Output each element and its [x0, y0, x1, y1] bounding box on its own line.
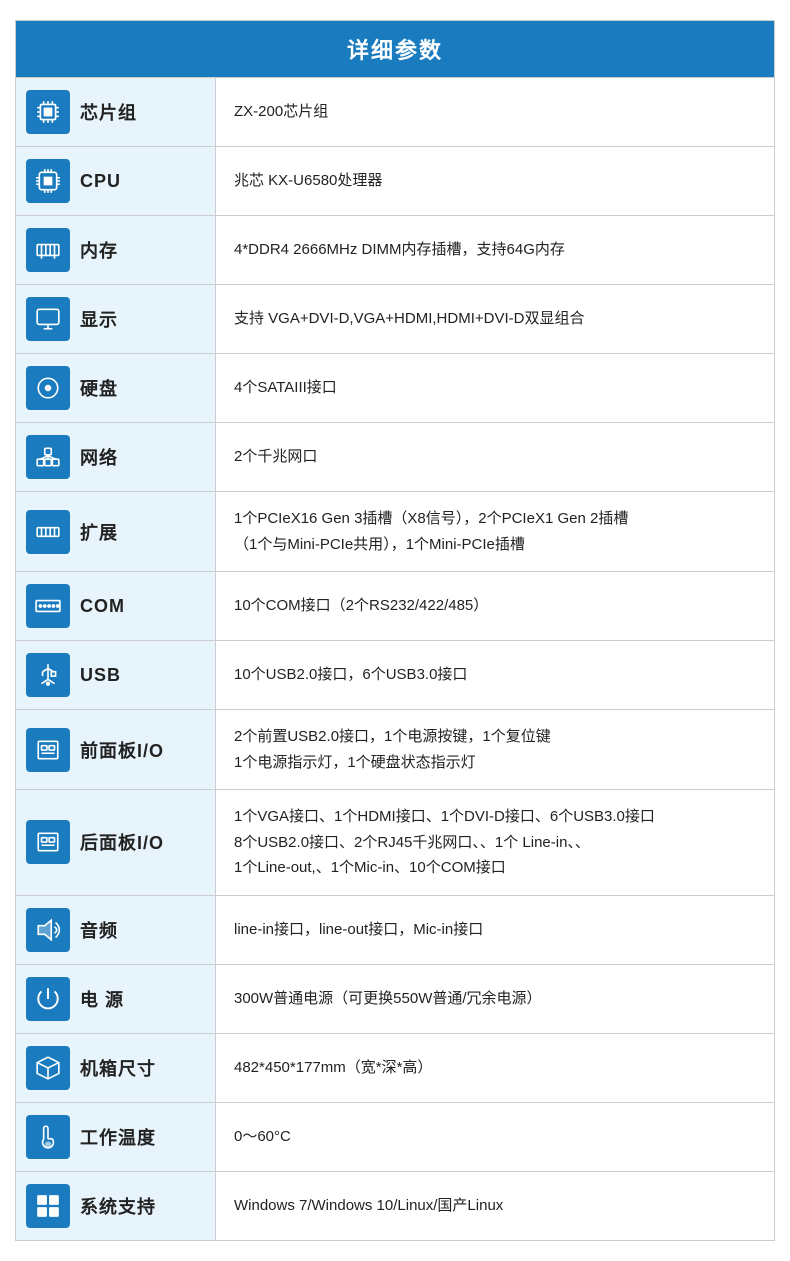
- value-rear-io: 1个VGA接口、1个HDMI接口、1个DVI-D接口、6个USB3.0接口8个U…: [216, 790, 774, 895]
- label-text-chipset: 芯片组: [80, 99, 137, 125]
- row-network: 网络 2个千兆网口: [16, 422, 774, 491]
- table-header: 详细参数: [16, 21, 774, 77]
- value-usb: 10个USB2.0接口，6个USB3.0接口: [216, 641, 774, 709]
- label-chipset: 芯片组: [16, 78, 216, 146]
- value-cpu: 兆芯 KX-U6580处理器: [216, 147, 774, 215]
- label-text-chassis: 机箱尺寸: [80, 1055, 156, 1081]
- value-line: 8个USB2.0接口、2个RJ45千兆网口、、1个 Line-in、、: [234, 830, 655, 856]
- row-expand: 扩展 1个PCIeX16 Gen 3插槽（X8信号），2个PCIeX1 Gen 2…: [16, 491, 774, 571]
- value-expand: 1个PCIeX16 Gen 3插槽（X8信号），2个PCIeX1 Gen 2插槽…: [216, 492, 774, 571]
- row-rear-io: 后面板I/O 1个VGA接口、1个HDMI接口、1个DVI-D接口、6个USB3.…: [16, 789, 774, 895]
- net-icon: [26, 435, 70, 479]
- chip-icon: [26, 90, 70, 134]
- label-os: 系统支持: [16, 1172, 216, 1240]
- row-harddisk: 硬盘 4个SATAIII接口: [16, 353, 774, 422]
- value-chassis: 482*450*177mm（宽*深*高）: [216, 1034, 774, 1102]
- temp-icon: [26, 1115, 70, 1159]
- chassis-icon: [26, 1046, 70, 1090]
- label-text-com: COM: [80, 596, 125, 617]
- label-audio: 音频: [16, 896, 216, 964]
- hdd-icon: [26, 366, 70, 410]
- label-power: 电 源: [16, 965, 216, 1033]
- value-chipset: ZX-200芯片组: [216, 78, 774, 146]
- panel-icon: [26, 728, 70, 772]
- value-memory: 4*DDR4 2666MHz DIMM内存插槽，支持64G内存: [216, 216, 774, 284]
- value-com: 10个COM接口（2个RS232/422/485）: [216, 572, 774, 640]
- value-display: 支持 VGA+DVI-D,VGA+HDMI,HDMI+DVI-D双显组合: [216, 285, 774, 353]
- label-text-memory: 内存: [80, 237, 118, 263]
- label-usb: USB: [16, 641, 216, 709]
- label-text-os: 系统支持: [80, 1193, 156, 1219]
- value-line: 1个电源指示灯，1个硬盘状态指示灯: [234, 750, 551, 776]
- value-line: 2个前置USB2.0接口，1个电源按键，1个复位键: [234, 724, 551, 750]
- value-line: 1个Line-out,、1个Mic-in、10个COM接口: [234, 855, 655, 881]
- row-os: 系统支持 Windows 7/Windows 10/Linux/国产Linux: [16, 1171, 774, 1240]
- row-cpu: CPU 兆芯 KX-U6580处理器: [16, 146, 774, 215]
- label-text-power: 电 源: [80, 986, 124, 1012]
- row-memory: 内存 4*DDR4 2666MHz DIMM内存插槽，支持64G内存: [16, 215, 774, 284]
- cpu-icon: [26, 159, 70, 203]
- row-chassis: 机箱尺寸 482*450*177mm（宽*深*高）: [16, 1033, 774, 1102]
- panel-icon: [26, 820, 70, 864]
- label-text-audio: 音频: [80, 917, 118, 943]
- label-text-expand: 扩展: [80, 519, 118, 545]
- label-text-front-io: 前面板I/O: [80, 737, 164, 763]
- header-title: 详细参数: [347, 38, 443, 63]
- spec-table: 详细参数 芯片组 ZX-200芯片组 CPU 兆芯 KX-U6580处理器: [15, 20, 775, 1241]
- row-usb: USB 10个USB2.0接口，6个USB3.0接口: [16, 640, 774, 709]
- value-line: 1个VGA接口、1个HDMI接口、1个DVI-D接口、6个USB3.0接口: [234, 804, 655, 830]
- label-text-harddisk: 硬盘: [80, 375, 118, 401]
- label-com: COM: [16, 572, 216, 640]
- row-audio: 音频 line-in接口，line-out接口，Mic-in接口: [16, 895, 774, 964]
- pcie-icon: [26, 510, 70, 554]
- usb-icon: [26, 653, 70, 697]
- value-line: （1个与Mini-PCIe共用），1个Mini-PCIe插槽: [234, 532, 628, 558]
- label-harddisk: 硬盘: [16, 354, 216, 422]
- audio-icon: [26, 908, 70, 952]
- label-text-cpu: CPU: [80, 171, 121, 192]
- value-os: Windows 7/Windows 10/Linux/国产Linux: [216, 1172, 774, 1240]
- row-power: 电 源 300W普通电源（可更换550W普通/冗余电源）: [16, 964, 774, 1033]
- label-network: 网络: [16, 423, 216, 491]
- power-icon: [26, 977, 70, 1021]
- value-audio: line-in接口，line-out接口，Mic-in接口: [216, 896, 774, 964]
- row-temp: 工作温度 0～60°C: [16, 1102, 774, 1171]
- label-front-io: 前面板I/O: [16, 710, 216, 789]
- display-icon: [26, 297, 70, 341]
- label-text-network: 网络: [80, 444, 118, 470]
- value-line: 1个PCIeX16 Gen 3插槽（X8信号），2个PCIeX1 Gen 2插槽: [234, 506, 628, 532]
- label-cpu: CPU: [16, 147, 216, 215]
- value-network: 2个千兆网口: [216, 423, 774, 491]
- value-harddisk: 4个SATAIII接口: [216, 354, 774, 422]
- label-display: 显示: [16, 285, 216, 353]
- label-expand: 扩展: [16, 492, 216, 571]
- label-memory: 内存: [16, 216, 216, 284]
- row-chipset: 芯片组 ZX-200芯片组: [16, 77, 774, 146]
- label-temp: 工作温度: [16, 1103, 216, 1171]
- label-text-rear-io: 后面板I/O: [80, 829, 164, 855]
- label-chassis: 机箱尺寸: [16, 1034, 216, 1102]
- ram-icon: [26, 228, 70, 272]
- label-text-usb: USB: [80, 665, 121, 686]
- label-rear-io: 后面板I/O: [16, 790, 216, 895]
- row-display: 显示 支持 VGA+DVI-D,VGA+HDMI,HDMI+DVI-D双显组合: [16, 284, 774, 353]
- row-front-io: 前面板I/O 2个前置USB2.0接口，1个电源按键，1个复位键1个电源指示灯，1…: [16, 709, 774, 789]
- value-front-io: 2个前置USB2.0接口，1个电源按键，1个复位键1个电源指示灯，1个硬盘状态指…: [216, 710, 774, 789]
- row-com: COM 10个COM接口（2个RS232/422/485）: [16, 571, 774, 640]
- os-icon: [26, 1184, 70, 1228]
- value-power: 300W普通电源（可更换550W普通/冗余电源）: [216, 965, 774, 1033]
- com-icon: [26, 584, 70, 628]
- label-text-display: 显示: [80, 306, 118, 332]
- value-temp: 0～60°C: [216, 1103, 774, 1171]
- label-text-temp: 工作温度: [80, 1124, 156, 1150]
